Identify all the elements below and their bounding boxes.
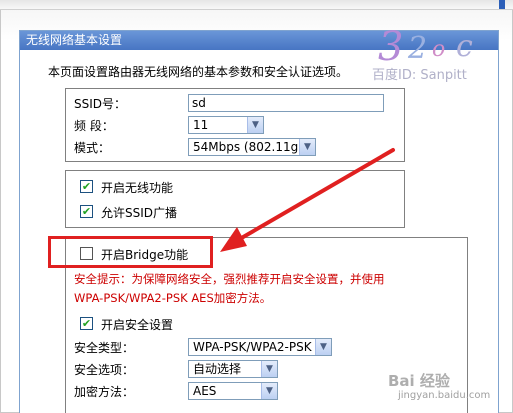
svg-text:c: c [456, 29, 473, 64]
watermark-bottom-logo: Bai 经验 [388, 372, 450, 390]
watermark-id-text: 百度ID: Sanpitt [372, 68, 467, 83]
svg-text:2: 2 [407, 31, 427, 66]
watermark-bottom-url: jingyan.baidu.com [398, 390, 491, 401]
svg-text:o: o [432, 37, 445, 62]
